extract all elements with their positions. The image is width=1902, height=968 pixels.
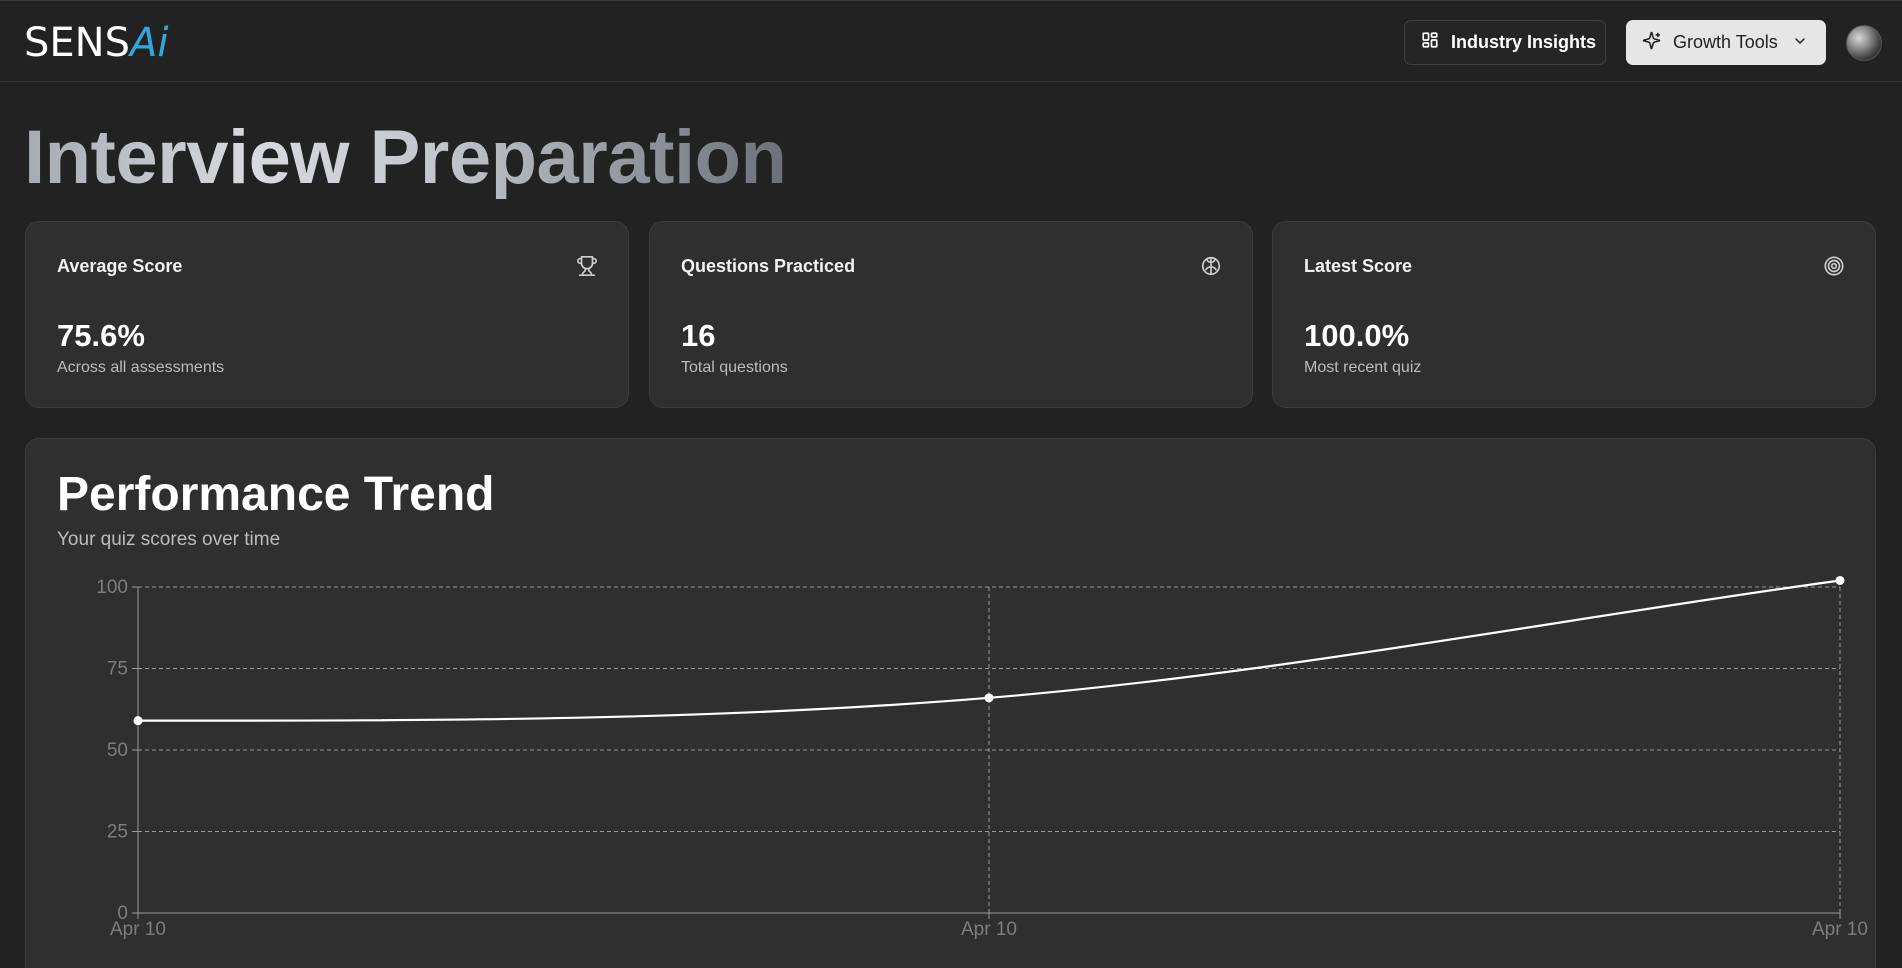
y-tick-label: 50 xyxy=(107,740,128,761)
user-avatar[interactable] xyxy=(1846,25,1882,61)
data-point xyxy=(1835,575,1845,585)
data-point xyxy=(133,716,143,726)
industry-insights-button[interactable]: Industry Insights xyxy=(1404,20,1606,65)
card-subtitle: Total questions xyxy=(681,359,788,376)
card-subtitle: Most recent quiz xyxy=(1304,359,1422,376)
layout-dashboard-icon xyxy=(1421,31,1439,54)
performance-trend-card: Performance Trend Your quiz scores over … xyxy=(25,438,1876,968)
logo-text: SENS xyxy=(24,20,130,66)
industry-insights-label: Industry Insights xyxy=(1451,32,1597,52)
latest-score-card: Latest Score 100.0% Most recent quiz xyxy=(1272,221,1876,408)
app-logo[interactable]: SENS Ai xyxy=(24,19,168,67)
x-tick-label: Apr 10 xyxy=(961,919,1017,940)
data-point xyxy=(984,693,994,703)
average-score-card: Average Score 75.6% Across all assessmen… xyxy=(25,221,629,408)
chevron-down-icon xyxy=(1792,33,1808,54)
card-value: 75.6% xyxy=(57,318,145,353)
app-page: SENS Ai Industry Insights Growth Tools I… xyxy=(0,0,1902,968)
y-tick-label: 100 xyxy=(96,577,128,598)
x-tick-label: Apr 10 xyxy=(1812,919,1868,940)
x-tick-label: Apr 10 xyxy=(110,919,166,940)
page-title: Interview Preparation xyxy=(24,112,787,204)
card-title: Average Score xyxy=(57,256,183,276)
brain-icon xyxy=(1200,255,1222,277)
card-value: 100.0% xyxy=(1304,318,1410,353)
growth-tools-label: Growth Tools xyxy=(1673,32,1778,52)
card-value: 16 xyxy=(681,318,716,353)
card-title: Latest Score xyxy=(1304,256,1413,276)
card-title: Questions Practiced xyxy=(681,256,856,276)
trophy-icon xyxy=(576,255,598,277)
growth-tools-dropdown[interactable]: Growth Tools xyxy=(1626,20,1826,65)
card-subtitle: Across all assessments xyxy=(57,359,225,376)
performance-line-chart: 0255075100Apr 10 Apr 10 Apr 10 xyxy=(96,575,1868,940)
sparkles-icon xyxy=(1642,31,1661,55)
y-tick-label: 25 xyxy=(107,822,128,843)
target-icon xyxy=(1823,255,1845,277)
top-navbar: SENS Ai Industry Insights Growth Tools xyxy=(0,0,1902,82)
questions-practiced-card: Questions Practiced 16 Total questions xyxy=(649,221,1253,408)
y-tick-label: 75 xyxy=(107,659,128,680)
logo-accent-text: Ai xyxy=(129,20,169,66)
